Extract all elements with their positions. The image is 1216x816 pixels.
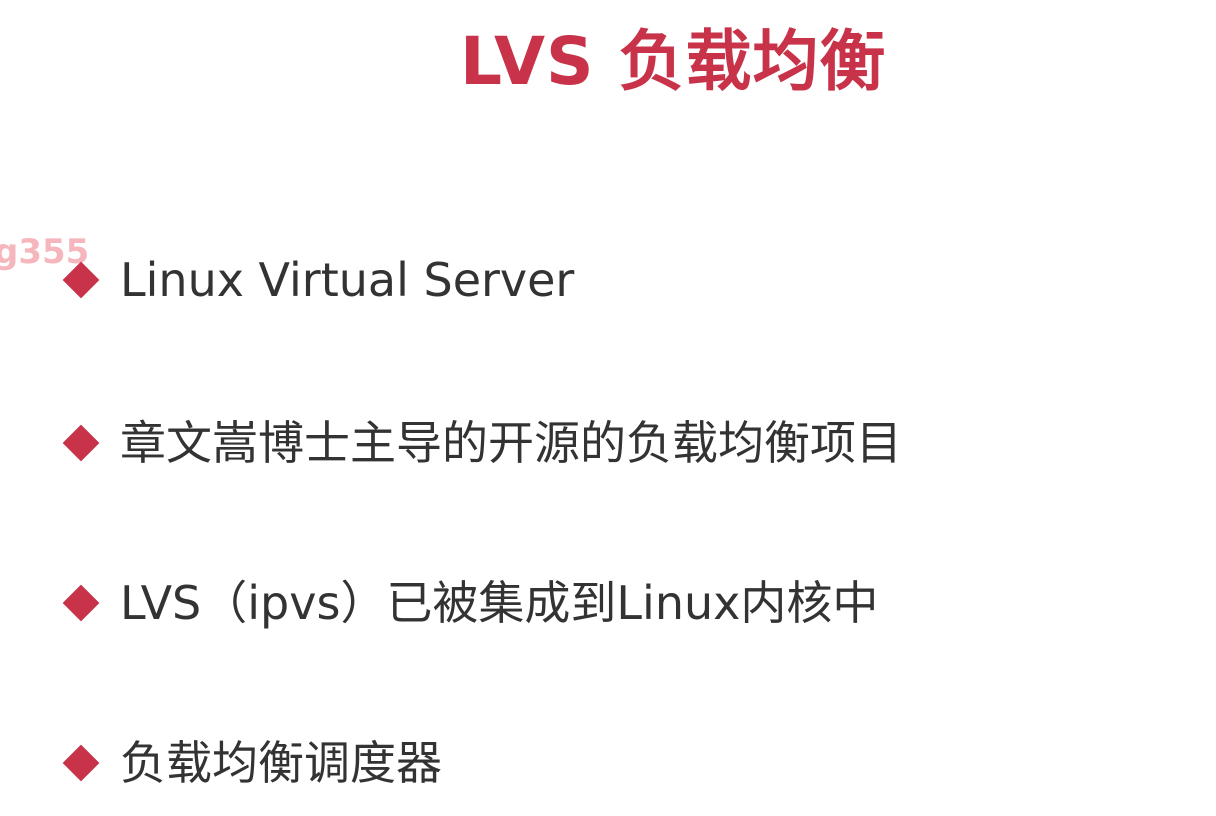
diamond-bullet-icon xyxy=(62,744,100,782)
bullet-text: LVS（ipvs）已被集成到Linux内核中 xyxy=(120,576,879,630)
diamond-bullet-icon xyxy=(62,261,100,299)
bullet-item: 负载均衡调度器 xyxy=(62,728,442,798)
slide-title: LVS 负载均衡 xyxy=(460,23,887,100)
bullet-text: 章文嵩博士主导的开源的负载均衡项目 xyxy=(120,416,902,470)
diamond-bullet-icon xyxy=(62,584,100,622)
bullet-item: LVS（ipvs）已被集成到Linux内核中 xyxy=(62,568,878,638)
bullet-text: Linux Virtual Server xyxy=(120,253,575,307)
slide: LVS 负载均衡 g355 Linux Virtual Server 章文嵩博士… xyxy=(0,0,1216,816)
bullet-text: 负载均衡调度器 xyxy=(120,736,442,790)
bullet-item: 章文嵩博士主导的开源的负载均衡项目 xyxy=(62,408,902,478)
diamond-bullet-icon xyxy=(62,424,100,462)
bullet-item: Linux Virtual Server xyxy=(62,245,574,315)
